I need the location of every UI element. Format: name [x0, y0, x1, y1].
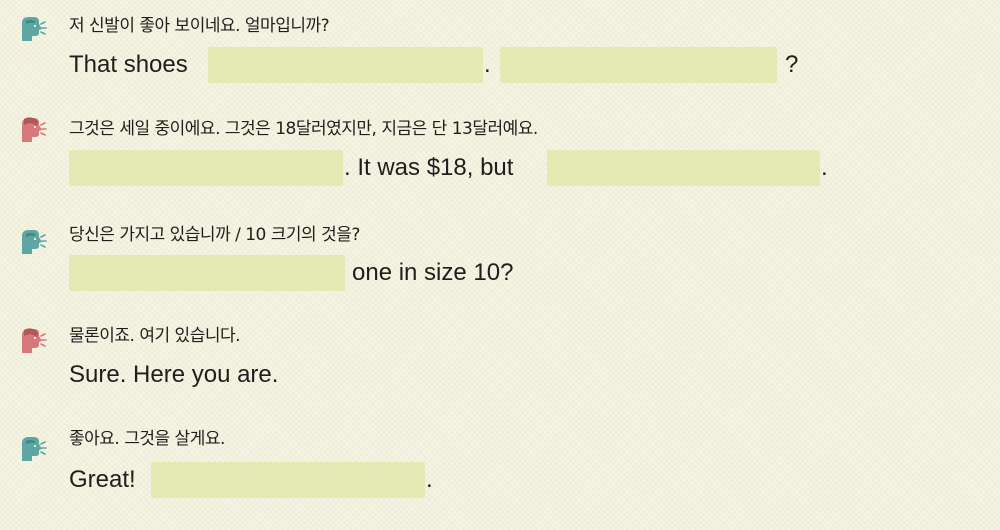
korean-line-3: 당신은 가지고 있습니까 / 10 크기의 것을? — [69, 225, 360, 245]
answer-blank-5a[interactable] — [151, 462, 425, 498]
pink-speaker-icon — [22, 117, 47, 142]
answer-blank-1b[interactable] — [500, 47, 777, 83]
teal-speaker-icon — [22, 437, 47, 461]
english-text-1b: . — [484, 51, 491, 78]
korean-line-2: 그것은 세일 중이에요. 그것은 18달러였지만, 지금은 단 13달러예요. — [69, 119, 538, 139]
teal-speaker-icon — [22, 230, 47, 254]
answer-blank-2b[interactable] — [547, 150, 820, 186]
teal-speaker-icon — [22, 17, 47, 41]
english-text-5b: . — [426, 466, 433, 493]
answer-blank-2a[interactable] — [69, 150, 343, 186]
english-text-4a: Sure. Here you are. — [69, 361, 279, 388]
english-text-2a: . It was $18, but — [344, 154, 514, 181]
english-text-3a: one in size 10? — [352, 259, 514, 286]
korean-line-5: 좋아요. 그것을 살게요. — [69, 429, 225, 449]
english-text-2b: . — [821, 154, 828, 181]
korean-line-1: 저 신발이 좋아 보이네요. 얼마입니까? — [69, 16, 330, 36]
english-text-1c: ? — [785, 51, 799, 78]
korean-line-4: 물론이죠. 여기 있습니다. — [69, 326, 241, 346]
answer-blank-1a[interactable] — [208, 47, 483, 83]
pink-speaker-icon — [22, 328, 47, 353]
english-text-5a: Great! — [69, 466, 136, 493]
answer-blank-3a[interactable] — [69, 255, 345, 291]
english-text-1a: That shoes — [69, 51, 188, 78]
